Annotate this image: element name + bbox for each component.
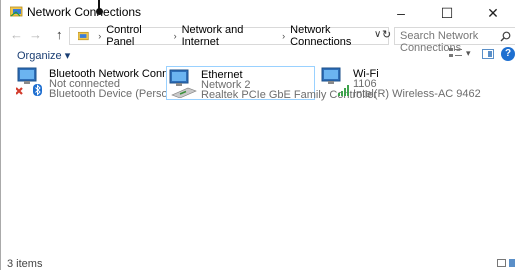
breadcrumb-control-panel[interactable]: Control Panel bbox=[106, 24, 168, 48]
breadcrumb[interactable]: › Control Panel › Network and Internet ›… bbox=[69, 24, 389, 48]
control-panel-icon bbox=[78, 31, 89, 40]
refresh-icon[interactable]: ↻ bbox=[382, 28, 391, 41]
up-arrow-icon[interactable]: ↑ bbox=[56, 27, 63, 42]
item-count: 3 items bbox=[7, 258, 43, 270]
item-device: Intel(R) Wireless-AC 9462 bbox=[353, 88, 481, 100]
bluetooth-network-icon bbox=[16, 67, 42, 96]
cursor-pointer-dot bbox=[96, 8, 103, 15]
view-options-chevron-icon[interactable]: ▾ bbox=[466, 48, 471, 59]
network-folder-icon bbox=[10, 6, 23, 17]
search-input[interactable]: Search Network Connections bbox=[394, 27, 515, 54]
search-icon bbox=[500, 31, 511, 42]
maximize-button[interactable]: ☐ bbox=[424, 0, 470, 26]
list-item-wifi[interactable]: Wi-Fi 1106 Intel(R) Wireless-AC 9462 bbox=[320, 66, 481, 100]
minimize-button[interactable]: – bbox=[378, 0, 424, 26]
address-dropdown-icon[interactable]: ∨ bbox=[374, 29, 381, 40]
ethernet-icon bbox=[169, 69, 197, 98]
large-icons-view-button[interactable] bbox=[509, 259, 515, 267]
list-item-bluetooth[interactable]: Bluetooth Network Connection Not connect… bbox=[16, 66, 220, 100]
wifi-icon bbox=[321, 67, 349, 96]
window-title: Network Connections bbox=[27, 5, 142, 19]
change-view-icon[interactable] bbox=[449, 47, 463, 59]
breadcrumb-network-and-internet[interactable]: Network and Internet bbox=[182, 24, 278, 48]
breadcrumb-separator: › bbox=[173, 31, 177, 41]
breadcrumb-separator: › bbox=[98, 31, 102, 41]
breadcrumb-separator: › bbox=[282, 31, 286, 41]
organize-menu-button[interactable]: Organize ▾ bbox=[17, 49, 70, 62]
network-connections-window: Network Connections – ☐ ✕ ← → ↑ › Contro… bbox=[0, 0, 515, 270]
details-view-button[interactable] bbox=[497, 259, 506, 267]
forward-arrow-icon[interactable]: → bbox=[29, 27, 42, 42]
list-item-ethernet[interactable]: Ethernet Network 2 Realtek PCIe GbE Fami… bbox=[166, 66, 377, 101]
back-arrow-icon[interactable]: ← bbox=[10, 27, 23, 42]
preview-pane-button[interactable] bbox=[482, 49, 494, 59]
help-button[interactable]: ? bbox=[501, 47, 515, 61]
close-button[interactable]: ✕ bbox=[470, 0, 515, 26]
